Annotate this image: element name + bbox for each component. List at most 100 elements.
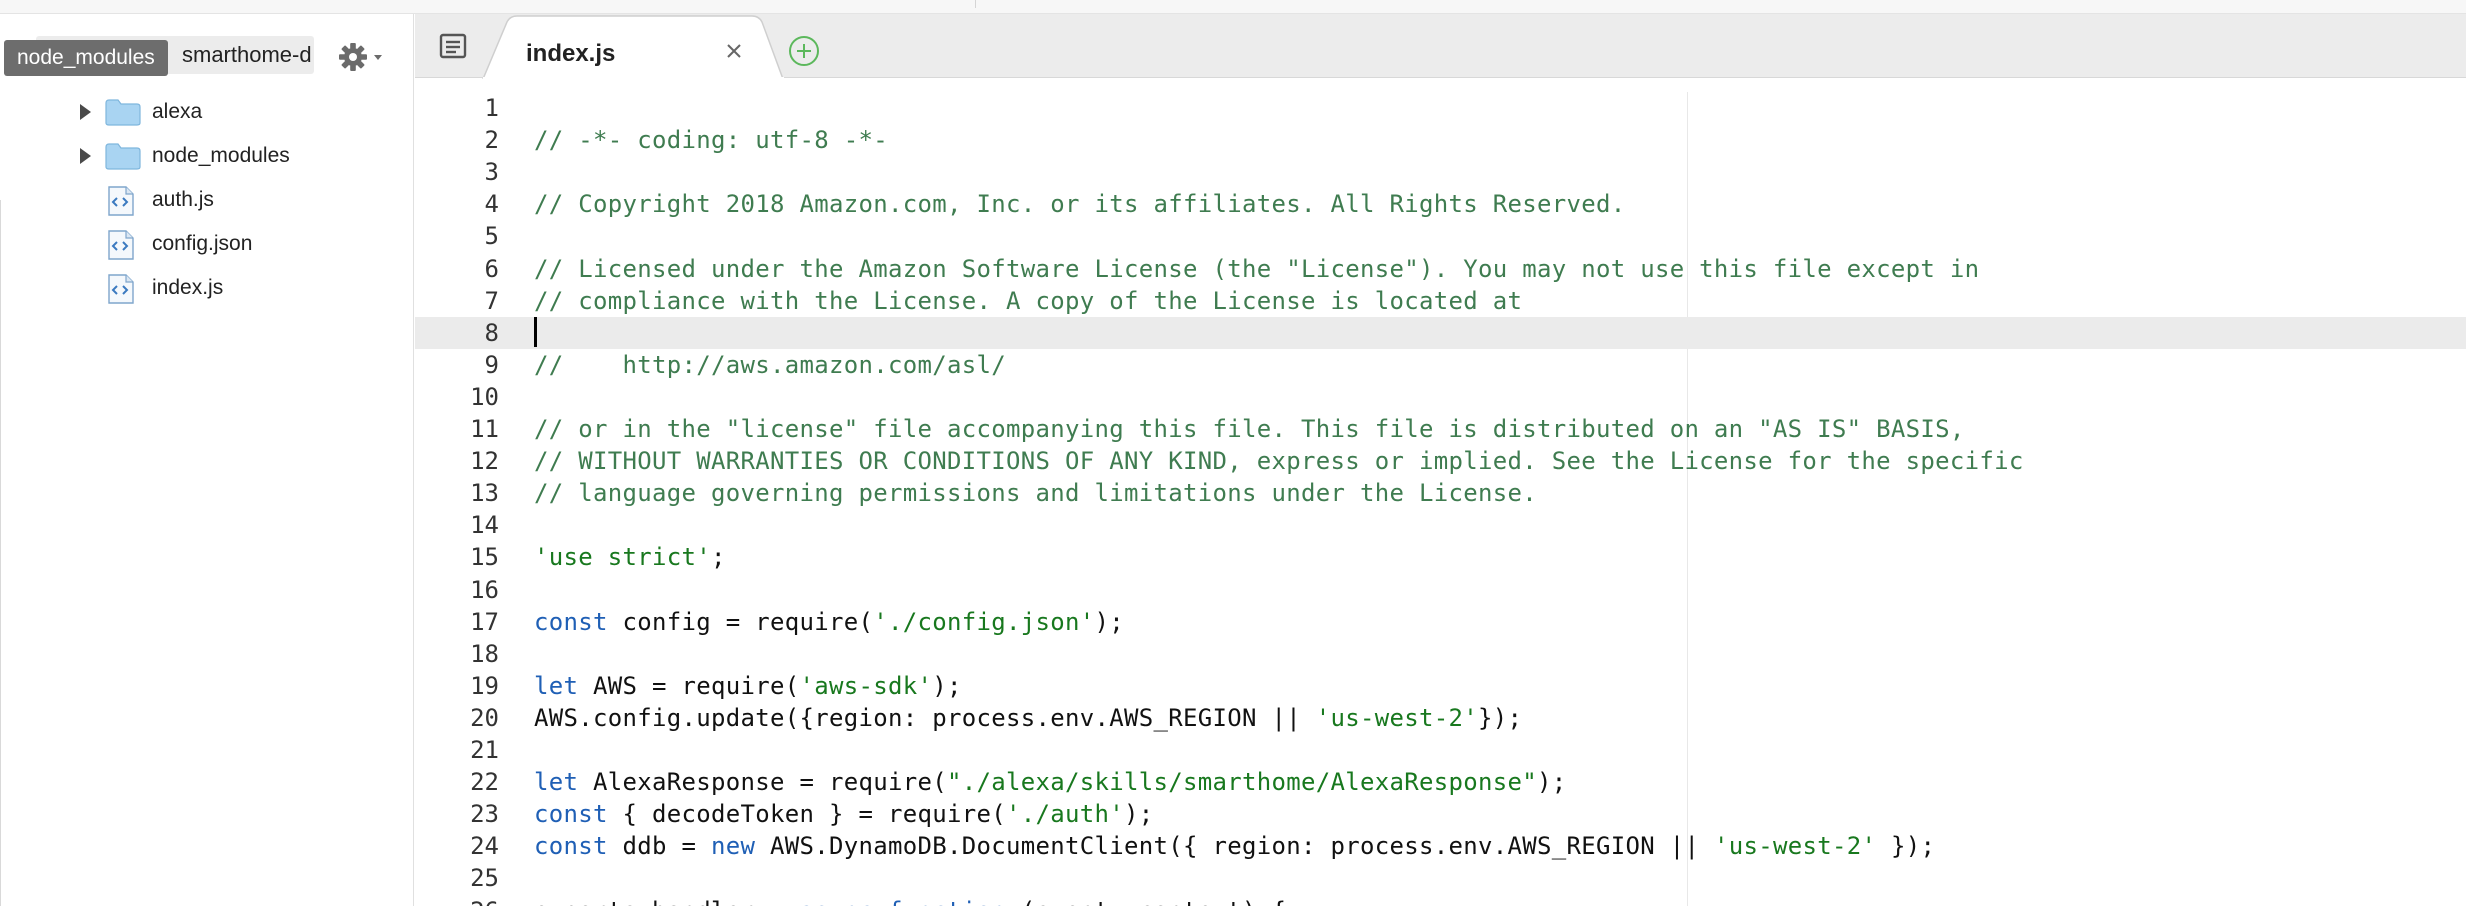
line-number: 23	[470, 800, 499, 829]
code-text: // compliance with the License. A copy o…	[534, 286, 1523, 315]
code-line[interactable]: 17 const config = require('./config.json'…	[415, 606, 2466, 638]
hover-tooltip: node_modules	[4, 40, 168, 76]
js-file-icon	[106, 185, 136, 222]
line-number: 16	[470, 575, 499, 604]
line-number: 1	[484, 94, 499, 122]
code-line[interactable]: 9 // http://aws.amazon.com/asl/	[415, 349, 2466, 381]
line-number: 20	[470, 703, 499, 732]
settings-gear-button[interactable]	[338, 40, 384, 74]
code-line[interactable]: 7 // compliance with the License. A copy …	[415, 285, 2466, 317]
folder-icon	[104, 97, 142, 132]
code-text: // Copyright 2018 Amazon.com, Inc. or it…	[534, 190, 1626, 219]
tree-item-label: config.json	[152, 232, 253, 255]
code-line[interactable]: 6 // Licensed under the Amazon Software L…	[415, 253, 2466, 285]
code-text: // http://aws.amazon.com/asl/	[534, 350, 1006, 379]
line-number: 9	[484, 350, 499, 379]
code-line[interactable]: 23 const { decodeToken } = require('./aut…	[415, 798, 2466, 830]
code-line[interactable]: 19 let AWS = require('aws-sdk');	[415, 670, 2466, 702]
tab-label: index.js	[526, 40, 616, 67]
line-number: 26	[415, 895, 499, 906]
tab-close-button[interactable]	[723, 40, 745, 62]
code-line[interactable]: 16	[415, 574, 2466, 606]
js-file-icon	[106, 273, 136, 310]
tree-item-label: auth.js	[152, 188, 214, 211]
line-number: 8	[484, 318, 499, 347]
gear-icon	[339, 43, 382, 71]
code-line[interactable]: 25	[415, 862, 2466, 894]
code-line[interactable]: 4 // Copyright 2018 Amazon.com, Inc. or i…	[415, 188, 2466, 220]
line-number: 13	[470, 479, 499, 508]
tree-item-label: alexa	[152, 100, 203, 123]
project-root-label: smarthome-d	[182, 42, 312, 67]
code-line[interactable]: 5	[415, 220, 2466, 252]
code-line[interactable]: 10	[415, 381, 2466, 413]
line-number: 6	[484, 254, 499, 283]
js-file-icon	[106, 229, 136, 266]
add-tab-button[interactable]	[787, 34, 821, 68]
code-text: const config = require('./config.json');	[534, 607, 1124, 636]
line-number: 10	[470, 382, 499, 411]
tree-item-config-json[interactable]: config.json	[0, 224, 400, 264]
code-editor[interactable]: 1 2// -*- coding: utf-8 -*- 3 4// Copyright…	[415, 79, 2466, 906]
line-number: 17	[470, 607, 499, 636]
code-text: // Licensed under the Amazon Software Li…	[534, 254, 1980, 283]
line-number: 22	[470, 768, 499, 797]
tree-item-node-modules[interactable]: node_modules	[0, 136, 400, 176]
code-text: 'use strict';	[534, 543, 726, 572]
code-line[interactable]: 22 let AlexaResponse = require("./alexa/s…	[415, 766, 2466, 798]
top-bar	[0, 0, 2466, 14]
line-number: 18	[470, 639, 499, 668]
tab-index-js[interactable]: index.js	[415, 14, 2466, 79]
code-text: // language governing permissions and li…	[534, 479, 1537, 508]
line-number: 15	[470, 543, 499, 572]
code-text: let AlexaResponse = require("./alexa/ski…	[534, 768, 1567, 797]
tree-item-auth-js[interactable]: auth.js	[0, 180, 400, 220]
line-number: 2	[484, 126, 499, 155]
close-icon	[727, 44, 741, 58]
tab-shape	[482, 15, 784, 79]
code-text: AWS.config.update({region: process.env.A…	[534, 703, 1523, 732]
code-line[interactable]: 14	[415, 509, 2466, 541]
code-text: // or in the "license" file accompanying…	[534, 415, 1965, 443]
line-number: 5	[484, 222, 499, 251]
line-number: 24	[470, 832, 499, 861]
text-caret	[534, 316, 537, 347]
code-line[interactable]: 18	[415, 638, 2466, 670]
line-number: 21	[470, 736, 499, 764]
tree-item-label: node_modules	[152, 144, 290, 167]
code-line[interactable]: 12 // WITHOUT WARRANTIES OR CONDITIONS OF…	[415, 445, 2466, 477]
code-line[interactable]: 13 // language governing permissions and …	[415, 477, 2466, 509]
folder-icon	[104, 141, 142, 176]
file-explorer: smarthome-d node_modules alexa node_modul…	[0, 14, 414, 906]
code-text: let AWS = require('aws-sdk');	[534, 671, 962, 700]
file-list-button[interactable]	[435, 32, 471, 62]
expand-arrow-icon[interactable]	[80, 148, 91, 164]
code-text: // WITHOUT WARRANTIES OR CONDITIONS OF A…	[534, 447, 2024, 476]
expand-arrow-icon[interactable]	[80, 104, 91, 120]
code-line[interactable]: 1	[415, 92, 2466, 124]
code-text: // -*- coding: utf-8 -*-	[534, 126, 888, 155]
code-line[interactable]: 15 'use strict';	[415, 541, 2466, 573]
tree-item-alexa[interactable]: alexa	[0, 92, 400, 132]
code-line[interactable]: 21	[415, 734, 2466, 766]
code-line[interactable]: 3	[415, 156, 2466, 188]
plus-circle-icon	[789, 36, 819, 66]
code-line[interactable]: 11 // or in the "license" file accompanyi…	[415, 413, 2466, 445]
line-number: 25	[470, 864, 499, 893]
line-number: 3	[484, 158, 499, 187]
code-line[interactable]: 20 AWS.config.update({region: process.env…	[415, 702, 2466, 734]
file-list-icon	[439, 33, 467, 59]
code-line[interactable]: 8	[415, 316, 2466, 349]
line-number: 4	[484, 190, 499, 219]
code-line[interactable]: 26 exports.handler = async function (even…	[415, 895, 2466, 906]
code-line[interactable]: 2 // -*- coding: utf-8 -*-	[415, 124, 2466, 156]
code-text: exports.handler = async function (event,…	[534, 895, 1286, 906]
line-number: 12	[470, 447, 499, 476]
tree-item-label: index.js	[152, 276, 224, 299]
tab-bar: index.js	[415, 14, 2466, 79]
line-number: 7	[484, 286, 499, 315]
code-text	[534, 316, 537, 349]
tree-item-index-js[interactable]: index.js	[0, 268, 400, 308]
line-number: 11	[470, 415, 499, 443]
code-line[interactable]: 24 const ddb = new AWS.DynamoDB.DocumentC…	[415, 830, 2466, 862]
